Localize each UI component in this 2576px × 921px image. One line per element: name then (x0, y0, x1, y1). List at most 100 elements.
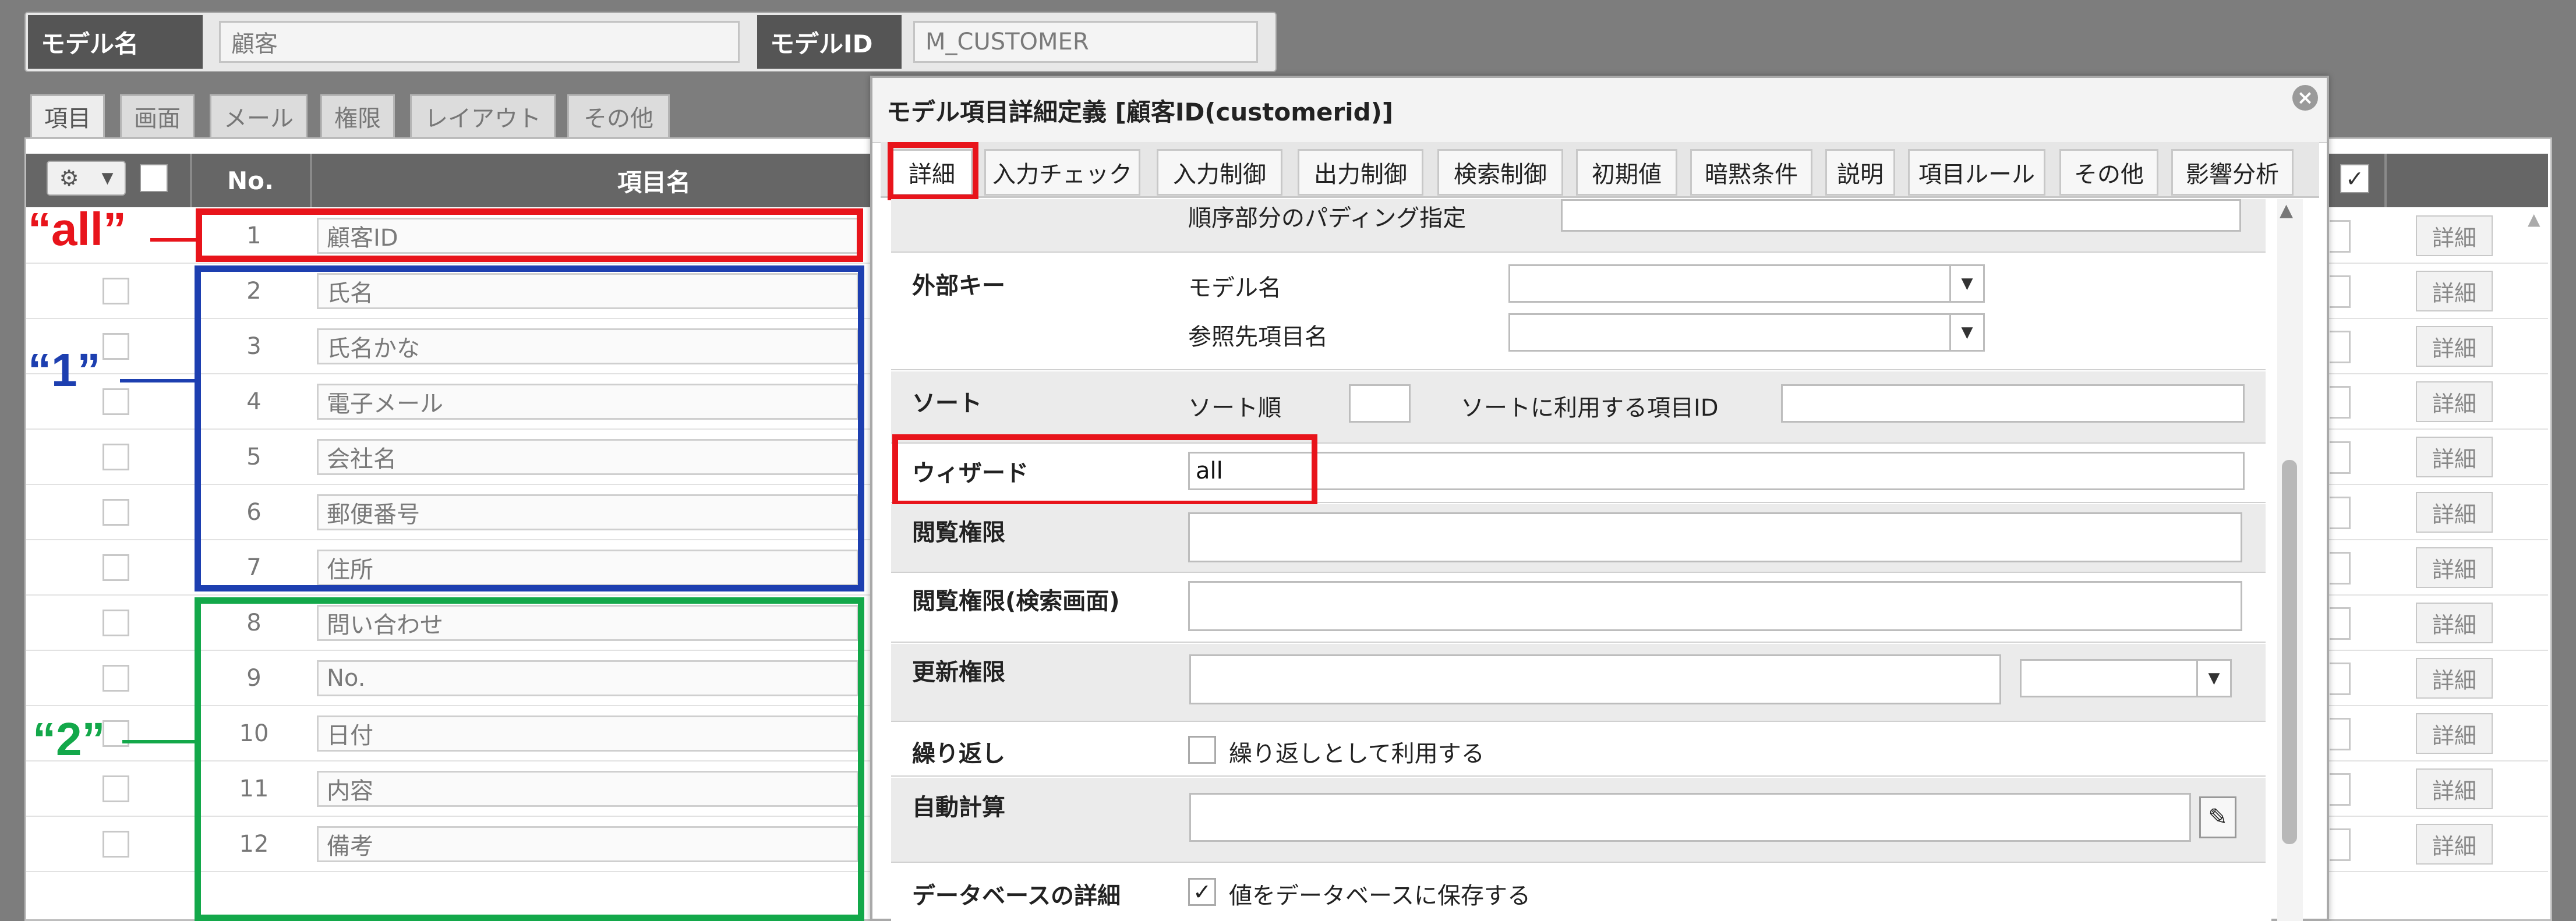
auto-calc-input[interactable] (1189, 793, 2191, 842)
annotation-label-all: “all” (28, 203, 126, 255)
row-checkbox[interactable] (103, 388, 129, 415)
fk-ref-item-select[interactable]: ▼ (1508, 313, 1985, 352)
dialog-tab-item-rule[interactable]: 項目ルール (1908, 149, 2045, 196)
row-checkbox[interactable] (103, 831, 129, 858)
update-permission-label: 更新権限 (912, 659, 1005, 686)
padding-input[interactable] (1561, 199, 2241, 232)
annotation-label-1: “1” (28, 344, 101, 396)
model-name-label: モデル名 (28, 15, 203, 69)
update-permission-select[interactable]: ▼ (2020, 659, 2232, 697)
repeat-checkbox[interactable] (1188, 736, 1216, 764)
row-right-checkbox[interactable] (2330, 441, 2351, 474)
row-right-checkbox[interactable] (2330, 828, 2351, 861)
model-id-input[interactable]: M_CUSTOMER (913, 21, 1258, 63)
tab-layout[interactable]: レイアウト (410, 94, 556, 139)
chevron-down-icon: ▼ (101, 169, 114, 187)
annotation-line-2 (122, 740, 195, 743)
repeat-label: 繰り返し (912, 741, 1005, 767)
row-checkbox[interactable] (103, 610, 129, 636)
row-detail-button[interactable]: 詳細 (2416, 215, 2493, 256)
row-right-checkbox[interactable] (2330, 663, 2351, 695)
row-detail-button[interactable]: 詳細 (2416, 326, 2493, 367)
foreign-key-label: 外部キー (912, 272, 1005, 299)
column-header-no: No. (227, 166, 274, 195)
row-detail-button[interactable]: 詳細 (2416, 713, 2493, 754)
view-permission-search-label: 閲覧権限(検索画面) (912, 588, 1120, 615)
dialog-tab-search-control[interactable]: 検索制御 (1437, 149, 1563, 196)
row-detail-button[interactable]: 詳細 (2416, 603, 2493, 643)
fk-ref-item-label: 参照先項目名 (1188, 324, 1328, 350)
scroll-up-icon[interactable]: ▲ (2280, 200, 2301, 224)
db-detail-label: データベースの詳細 (912, 883, 1121, 909)
row-detail-button[interactable]: 詳細 (2416, 768, 2493, 809)
dialog-scrollbar-thumb[interactable] (2282, 460, 2297, 844)
header-right-checkbox[interactable]: ✓ (2340, 164, 2369, 193)
tab-items[interactable]: 項目 (30, 94, 105, 139)
row-checkbox[interactable] (103, 333, 129, 360)
sort-order-label: ソート順 (1188, 395, 1281, 421)
dialog-tab-initial-value[interactable]: 初期値 (1576, 149, 1677, 196)
chevron-down-icon: ▼ (1949, 315, 1983, 350)
model-id-label: モデルID (757, 15, 902, 69)
gear-icon: ⚙ (59, 165, 79, 191)
view-permission-input[interactable] (1188, 512, 2242, 562)
row-right-checkbox[interactable] (2330, 220, 2351, 253)
row-right-checkbox[interactable] (2330, 607, 2351, 640)
sort-item-id-input[interactable] (1781, 384, 2245, 423)
dialog-tab-implicit-condition[interactable]: 暗黙条件 (1690, 149, 1812, 196)
row-detail-button[interactable]: 詳細 (2416, 271, 2493, 311)
settings-menu-button[interactable]: ⚙ ▼ (47, 161, 126, 196)
tab-other[interactable]: その他 (567, 94, 670, 139)
tab-permission[interactable]: 権限 (320, 94, 395, 139)
dialog-tab-impact-analysis[interactable]: 影響分析 (2171, 149, 2294, 196)
close-icon[interactable]: × (2292, 85, 2318, 111)
row-checkbox[interactable] (103, 665, 129, 692)
row-checkbox[interactable] (103, 278, 129, 304)
row-detail-button[interactable]: 詳細 (2416, 381, 2493, 422)
row-checkbox[interactable] (103, 554, 129, 581)
fk-model-name-select[interactable]: ▼ (1508, 264, 1985, 303)
dialog-tab-description[interactable]: 説明 (1825, 149, 1895, 196)
chevron-down-icon: ▼ (1949, 266, 1983, 301)
db-save-checkbox-label: 値をデータベースに保存する (1229, 883, 1531, 909)
db-save-checkbox[interactable]: ✓ (1188, 878, 1216, 906)
row-detail-button[interactable]: 詳細 (2416, 437, 2493, 477)
view-permission-search-input[interactable] (1188, 581, 2242, 631)
row-right-checkbox[interactable] (2330, 386, 2351, 419)
row-checkbox[interactable] (103, 499, 129, 526)
row-right-checkbox[interactable] (2330, 275, 2351, 308)
row-detail-button[interactable]: 詳細 (2416, 547, 2493, 588)
sort-order-input[interactable] (1349, 384, 1411, 423)
select-all-checkbox[interactable] (140, 164, 168, 192)
section-repeat (891, 723, 2266, 777)
tab-screen[interactable]: 画面 (120, 94, 195, 139)
tab-mail[interactable]: メール (210, 94, 308, 139)
padding-label: 順序部分のパディング指定 (1188, 205, 1467, 232)
dialog-title: モデル項目詳細定義 [顧客ID(customerid)] (872, 78, 2327, 143)
annotation-line-1 (120, 379, 195, 382)
sort-label: ソート (912, 390, 982, 417)
row-checkbox[interactable] (103, 775, 129, 802)
dialog-tab-input-check[interactable]: 入力チェック (984, 149, 1140, 196)
dialog-tab-other[interactable]: その他 (2059, 149, 2158, 196)
row-right-checkbox[interactable] (2330, 773, 2351, 806)
row-right-checkbox[interactable] (2330, 718, 2351, 750)
annotation-box-wizard (892, 434, 1317, 506)
edit-icon[interactable]: ✎ (2199, 796, 2236, 838)
wizard-input[interactable]: all (1188, 452, 2245, 490)
annotation-box-1 (195, 265, 864, 591)
fk-model-name-label: モデル名 (1188, 275, 1281, 302)
dialog-tab-input-control[interactable]: 入力制御 (1157, 149, 1282, 196)
row-right-checkbox[interactable] (2330, 331, 2351, 363)
annotation-label-2: “2” (33, 713, 105, 765)
model-name-input[interactable]: 顧客 (219, 21, 740, 63)
row-right-checkbox[interactable] (2330, 497, 2351, 529)
update-permission-input[interactable] (1189, 654, 2001, 704)
row-detail-button[interactable]: 詳細 (2416, 824, 2493, 865)
row-detail-button[interactable]: 詳細 (2416, 492, 2493, 533)
row-checkbox[interactable] (103, 444, 129, 470)
row-right-checkbox[interactable] (2330, 552, 2351, 585)
row-detail-button[interactable]: 詳細 (2416, 658, 2493, 699)
auto-calc-label: 自動計算 (912, 794, 1005, 821)
dialog-tab-output-control[interactable]: 出力制御 (1298, 149, 1423, 196)
